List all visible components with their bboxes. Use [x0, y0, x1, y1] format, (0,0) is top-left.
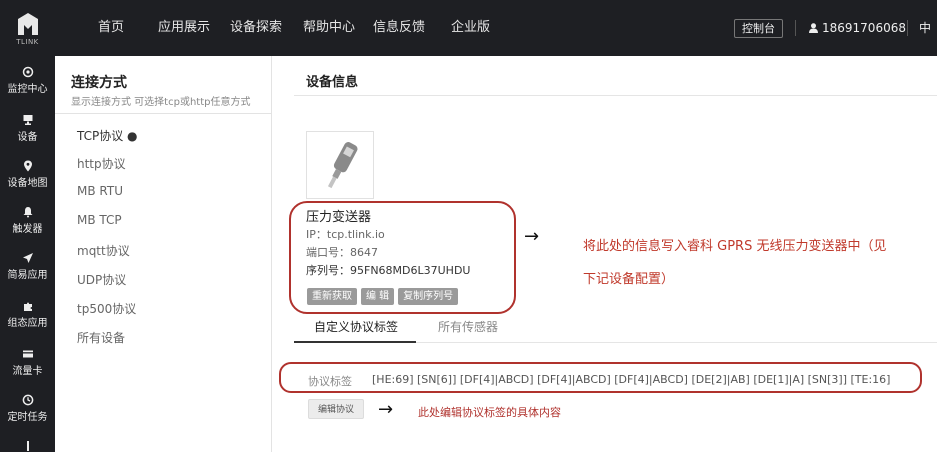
top-navbar: TLINK 首页 应用展示 设备探索 帮助中心 信息反馈 企业版 控制台 186… [0, 0, 937, 56]
divider [294, 95, 937, 96]
sidebar: 监控中心 设备 设备地图 触发器 简易应用 组态应用 流量卡 定时任务 [0, 56, 55, 452]
sidebar-item-label: 定时任务 [7, 412, 48, 423]
arrow-right-icon: → [524, 226, 540, 247]
user-icon [809, 23, 818, 33]
nav-enterprise[interactable]: 企业版 [451, 0, 490, 56]
divider [55, 113, 271, 114]
sidebar-item-triggers[interactable]: 触发器 [0, 206, 55, 235]
top-separator [907, 20, 908, 36]
nav-device-explore[interactable]: 设备探索 [230, 0, 282, 56]
protocol-item-mb-rtu[interactable]: MB RTU [77, 184, 123, 198]
map-pin-icon [23, 160, 32, 172]
sidebar-item-scada-apps[interactable]: 组态应用 [0, 300, 55, 329]
device-note-line-2: 下记设备配置） [583, 272, 675, 287]
nav-home[interactable]: 首页 [98, 0, 124, 56]
protocol-panel-title: 连接方式 [71, 75, 127, 91]
pressure-sensor-icon [327, 142, 358, 189]
sidebar-item-scheduled-tasks[interactable]: 定时任务 [0, 394, 55, 423]
tlink-logo-icon [17, 12, 38, 35]
target-icon [22, 66, 33, 78]
device-info-highlight [289, 201, 516, 314]
page-title: 设备信息 [306, 75, 359, 90]
card-icon [22, 350, 33, 358]
plus-icon [26, 441, 29, 451]
device-note-line-1: 将此处的信息写入睿科 GPRS 无线压力变送器中（见 [583, 239, 887, 254]
sidebar-item-label: 设备 [17, 132, 38, 143]
protocol-panel: 连接方式 显示连接方式 可选择tcp或http任意方式 TCP协议 ● http… [55, 56, 272, 452]
monitor-icon [23, 115, 32, 125]
sidebar-item-device-map[interactable]: 设备地图 [0, 160, 55, 189]
protocol-item-tcp[interactable]: TCP协议 ● [77, 127, 138, 144]
sidebar-item-label: 触发器 [12, 224, 43, 235]
sidebar-item-label: 简易应用 [7, 270, 48, 281]
nav-app-showcase[interactable]: 应用展示 [158, 0, 210, 56]
tags-note: 此处编辑协议标签的具体内容 [418, 406, 561, 419]
nav-feedback[interactable]: 信息反馈 [373, 0, 425, 56]
language-switch[interactable]: 中 [919, 0, 931, 56]
arrow-right-icon: → [378, 399, 394, 420]
user-account[interactable]: 18691706068 [809, 0, 906, 56]
brand-logo[interactable]: TLINK [0, 0, 55, 56]
user-phone: 18691706068 [822, 21, 906, 35]
protocol-item-tp500[interactable]: tp500协议 [77, 300, 136, 317]
protocol-panel-subtitle: 显示连接方式 可选择tcp或http任意方式 [71, 97, 251, 108]
protocol-tags-highlight [279, 362, 922, 393]
clock-icon [22, 394, 33, 406]
bell-icon [23, 207, 32, 218]
device-image [306, 131, 374, 199]
sidebar-item-devices[interactable]: 设备 [0, 114, 55, 143]
console-button[interactable]: 控制台 [734, 19, 783, 38]
sidebar-item-data-card[interactable]: 流量卡 [0, 348, 55, 377]
sidebar-item-simple-apps[interactable]: 简易应用 [0, 252, 55, 281]
protocol-item-http[interactable]: http协议 [77, 155, 126, 172]
puzzle-icon [23, 302, 32, 311]
protocol-item-mqtt[interactable]: mqtt协议 [77, 242, 130, 259]
protocol-item-mb-tcp[interactable]: MB TCP [77, 213, 122, 227]
nav-help-center[interactable]: 帮助中心 [303, 0, 355, 56]
send-icon [22, 253, 33, 263]
sidebar-item-label: 流量卡 [12, 366, 43, 377]
sidebar-item-label: 设备地图 [7, 178, 48, 189]
protocol-item-all-devices[interactable]: 所有设备 [77, 329, 125, 346]
sidebar-item-monitor-center[interactable]: 监控中心 [0, 66, 55, 95]
tab-all-sensors[interactable]: 所有传感器 [438, 318, 498, 335]
edit-protocol-button[interactable]: 编辑协议 [308, 399, 365, 419]
brand-logo-text: TLINK [16, 37, 39, 46]
protocol-item-udp[interactable]: UDP协议 [77, 271, 126, 288]
active-tab-indicator [294, 341, 416, 343]
sidebar-item-label: 组态应用 [7, 318, 48, 329]
tab-custom-tags[interactable]: 自定义协议标签 [314, 318, 398, 335]
sidebar-item-label: 监控中心 [7, 84, 48, 95]
top-separator [795, 20, 796, 36]
sidebar-item-more[interactable] [0, 440, 55, 452]
